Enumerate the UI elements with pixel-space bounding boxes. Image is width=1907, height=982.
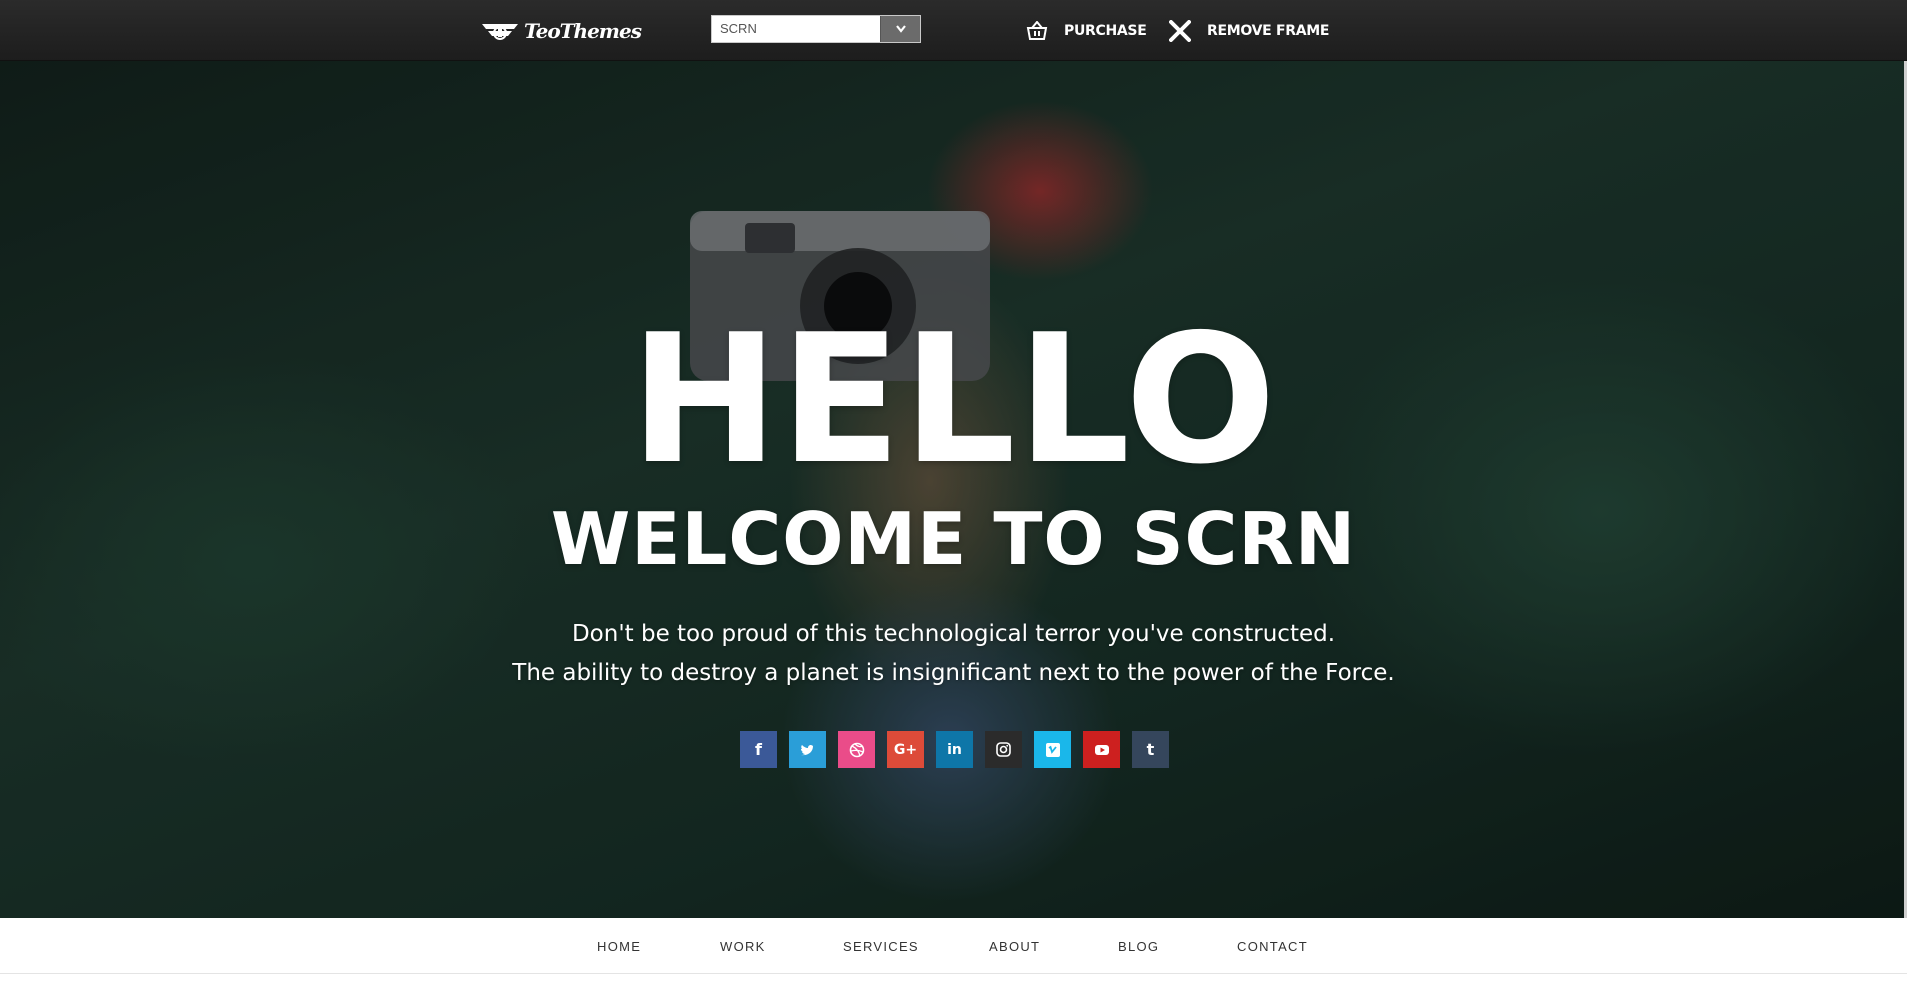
- hero-headline: HELLO: [629, 296, 1278, 503]
- instagram-icon: [996, 742, 1011, 757]
- google-plus-link[interactable]: G+: [887, 731, 924, 768]
- linkedin-icon: in: [947, 741, 962, 758]
- vimeo-icon: [1045, 742, 1060, 757]
- theme-select-value: SCRN: [720, 21, 757, 36]
- main-navigation: HOME WORK SERVICES ABOUT BLOG CONTACT: [0, 918, 1907, 974]
- basket-icon: [1026, 21, 1048, 40]
- purchase-label: PURCHASE: [1064, 23, 1147, 39]
- nav-item-work[interactable]: WORK: [720, 939, 766, 954]
- logo-text: TeoThemes: [524, 19, 642, 43]
- google-plus-icon: G+: [893, 741, 918, 758]
- chevron-down-icon: [895, 25, 906, 33]
- nav-item-blog[interactable]: BLOG: [1118, 939, 1159, 954]
- tumblr-icon: t: [1146, 739, 1155, 759]
- nav-item-contact[interactable]: CONTACT: [1237, 939, 1308, 954]
- twitter-link[interactable]: [789, 731, 826, 768]
- remove-frame-button[interactable]: REMOVE FRAME: [1169, 19, 1329, 43]
- facebook-link[interactable]: f: [740, 731, 777, 768]
- nav-item-home[interactable]: HOME: [597, 939, 641, 954]
- instagram-link[interactable]: [985, 731, 1022, 768]
- wings-logo-icon: [482, 24, 518, 40]
- hero-tagline-line-1: Don't be too proud of this technological…: [571, 621, 1336, 647]
- linkedin-link[interactable]: in: [936, 731, 973, 768]
- youtube-link[interactable]: [1083, 731, 1120, 768]
- dribbble-icon: [849, 742, 864, 757]
- purchase-button[interactable]: PURCHASE: [1026, 19, 1147, 43]
- nav-item-services[interactable]: SERVICES: [843, 939, 919, 954]
- remove-frame-label: REMOVE FRAME: [1207, 23, 1330, 39]
- theme-select-toggle[interactable]: [880, 16, 920, 42]
- vimeo-link[interactable]: [1034, 731, 1071, 768]
- youtube-icon: [1094, 744, 1109, 755]
- hero-subheadline: WELCOME TO SCRN: [550, 497, 1357, 581]
- teothemes-logo[interactable]: TeoThemes: [480, 17, 642, 45]
- nav-item-about[interactable]: ABOUT: [989, 939, 1040, 954]
- twitter-icon: [800, 744, 815, 755]
- close-icon: [1169, 20, 1191, 42]
- dribbble-link[interactable]: [838, 731, 875, 768]
- demo-frame-bar: TeoThemes SCRN PURCHASE REMOVE FRAME: [0, 0, 1907, 61]
- theme-select[interactable]: SCRN: [711, 15, 921, 43]
- social-links: f G+ in t: [740, 731, 1169, 768]
- facebook-icon: f: [755, 739, 762, 759]
- hero-tagline-line-2: The ability to destroy a planet is insig…: [512, 660, 1395, 686]
- tumblr-link[interactable]: t: [1132, 731, 1169, 768]
- hero-section: HELLO WELCOME TO SCRN Don't be too proud…: [0, 61, 1907, 918]
